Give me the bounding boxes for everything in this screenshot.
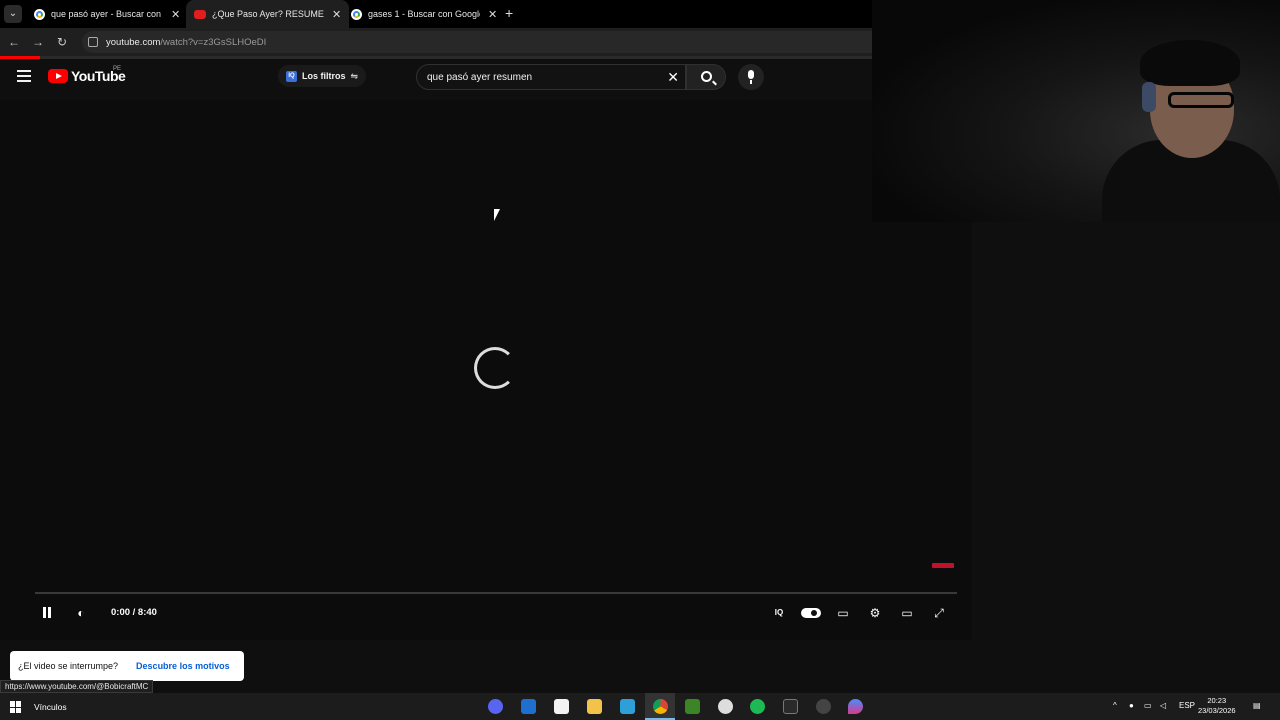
webcam-overlay — [872, 0, 1280, 222]
sliders-icon: ⇋ — [350, 70, 359, 81]
file-explorer-icon[interactable] — [587, 699, 602, 714]
discord-icon[interactable] — [488, 699, 503, 714]
time-display: 0:00 / 8:40 — [111, 607, 157, 618]
close-tab-icon[interactable]: ✕ — [488, 8, 497, 21]
reload-icon[interactable]: ↻ — [54, 34, 70, 50]
tab-title: que pasó ayer - Buscar con Google — [51, 9, 163, 19]
youtube-logo[interactable]: YouTube PE — [48, 66, 126, 84]
pause-button[interactable] — [37, 603, 57, 623]
video-progress-bar[interactable] — [35, 592, 957, 594]
clear-icon[interactable]: ✕ — [667, 69, 679, 86]
windows-start-icon[interactable] — [10, 701, 22, 713]
search-query: que pasó ayer resumen — [427, 71, 533, 83]
chrome-icon[interactable] — [653, 699, 668, 714]
iq-icon: IQ — [286, 70, 297, 82]
autoplay-toggle[interactable] — [801, 608, 821, 618]
mouse-cursor-icon — [494, 209, 500, 221]
taskbar: Vínculos ^ ● ▭ ◁ ESP 20:23 23/03/2026 ▤ — [0, 693, 1280, 720]
google-icon — [351, 8, 362, 20]
link-status-bar: https://www.youtube.com/@BobicraftMC — [0, 680, 154, 693]
menu-icon[interactable] — [17, 70, 31, 82]
obs-icon[interactable] — [718, 699, 733, 714]
theater-mode-icon[interactable]: ▭ — [897, 603, 917, 623]
iq-player-icon[interactable]: IQ — [769, 603, 789, 623]
tab-youtube[interactable]: ¿Que Paso Ayer? RESUMEN en ✕ — [186, 0, 350, 28]
links-toolbar[interactable]: Vínculos — [34, 702, 67, 712]
tab-title: ¿Que Paso Ayer? RESUMEN en — [212, 9, 324, 19]
page-load-progress — [0, 56, 872, 59]
glasses — [1168, 92, 1234, 108]
epic-games-icon[interactable] — [783, 699, 798, 714]
youtube-icon — [194, 9, 206, 19]
headset — [1142, 82, 1156, 112]
notice-link[interactable]: Descubre los motivos — [136, 661, 230, 671]
back-arrow-icon[interactable]: ← — [6, 34, 22, 50]
youtube-play-icon — [48, 69, 68, 83]
store-icon[interactable] — [554, 699, 569, 714]
outlook-icon[interactable] — [521, 699, 536, 714]
voice-search-button[interactable] — [738, 64, 764, 90]
url-text: youtube.com/watch?v=z3GsSLHOeDI — [106, 36, 267, 48]
settings-gear-icon[interactable]: ⚙ — [865, 603, 885, 623]
volume-icon[interactable]: ◐ — [71, 603, 91, 623]
channel-watermark[interactable] — [932, 563, 954, 568]
spotify-icon[interactable] — [750, 699, 765, 714]
subtitles-icon[interactable]: ▭ — [833, 603, 853, 623]
site-info-icon[interactable] — [88, 37, 98, 47]
clock[interactable]: 20:23 23/03/2026 — [1198, 696, 1236, 716]
network-icon[interactable]: ▭ — [1144, 701, 1152, 710]
microphone-icon[interactable]: ● — [1129, 701, 1134, 710]
tray-chevron-icon[interactable]: ^ — [1113, 701, 1117, 710]
filters-label: Los filtros — [302, 71, 346, 81]
filters-button[interactable]: IQ Los filtros ⇋ — [278, 65, 367, 87]
language-indicator[interactable]: ESP — [1179, 701, 1195, 710]
tab-strip: ⌄ que pasó ayer - Buscar con Google ✕ ¿Q… — [0, 0, 872, 28]
clock-date: 23/03/2026 — [1198, 706, 1236, 715]
video-player[interactable] — [0, 100, 972, 640]
tab-google-search-1[interactable]: que pasó ayer - Buscar con Google ✕ — [26, 0, 188, 28]
google-icon — [34, 8, 45, 20]
notice-text: ¿El video se interrumpe? — [18, 661, 119, 671]
clock-time: 20:23 — [1207, 696, 1227, 705]
tab-search-button[interactable]: ⌄ — [4, 5, 22, 23]
search-button[interactable] — [686, 64, 726, 90]
country-code: PE — [113, 66, 122, 72]
app-clock-icon[interactable] — [816, 699, 831, 714]
speaker-icon[interactable]: ◁ — [1160, 701, 1166, 710]
notifications-icon[interactable]: ▤ — [1253, 701, 1261, 710]
search-icon — [701, 71, 712, 82]
close-tab-icon[interactable]: ✕ — [171, 8, 180, 21]
search-input[interactable]: que pasó ayer resumen ✕ — [416, 64, 686, 90]
app-f-icon[interactable] — [620, 699, 635, 714]
tab-google-search-2[interactable]: gases 1 - Buscar con Google ✕ — [343, 0, 505, 28]
browser-toolbar: ← → ↻ youtube.com/watch?v=z3GsSLHOeDI — [0, 28, 872, 56]
forward-arrow-icon[interactable]: → — [30, 34, 46, 50]
person-hair — [1140, 40, 1240, 86]
fullscreen-icon[interactable]: ⤢ — [929, 603, 949, 623]
close-tab-icon[interactable]: ✕ — [332, 8, 341, 21]
app-drop-icon[interactable] — [848, 699, 863, 714]
minecraft-icon[interactable] — [685, 699, 700, 714]
loading-spinner-icon — [474, 347, 516, 389]
new-tab-button[interactable]: + — [505, 5, 513, 21]
address-bar[interactable]: youtube.com/watch?v=z3GsSLHOeDI — [82, 31, 872, 53]
tab-title: gases 1 - Buscar con Google — [368, 9, 480, 19]
interruption-notice: ¿El video se interrumpe? Descubre los mo… — [10, 651, 244, 681]
